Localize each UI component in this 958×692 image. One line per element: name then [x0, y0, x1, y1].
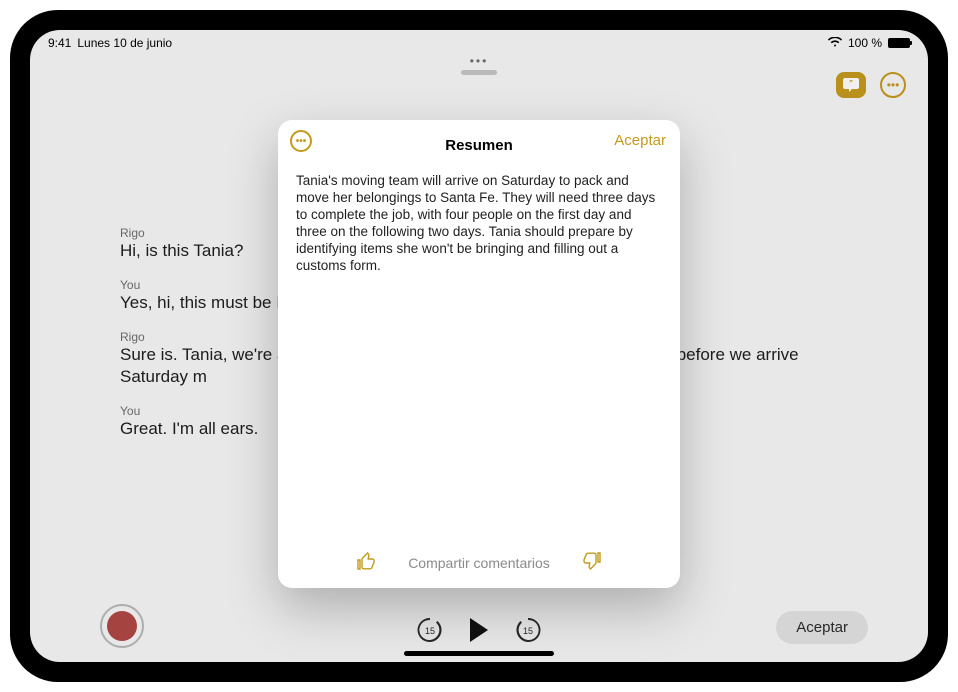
modal-accept-button[interactable]: Aceptar	[614, 132, 666, 149]
share-feedback-label: Compartir comentarios	[408, 555, 550, 571]
modal-body: Tania's moving team will arrive on Satur…	[278, 160, 680, 541]
ellipsis-icon: •••	[296, 136, 307, 147]
modal-more-button[interactable]: •••	[290, 130, 312, 152]
modal-footer: Compartir comentarios	[278, 541, 680, 588]
summary-modal: ••• Resumen Aceptar Tania's moving team …	[278, 120, 680, 588]
thumbs-down-icon	[582, 551, 602, 571]
thumbs-up-button[interactable]	[356, 551, 376, 574]
thumbs-down-button[interactable]	[582, 551, 602, 574]
modal-title: Resumen	[445, 137, 513, 154]
thumbs-up-icon	[356, 551, 376, 571]
summary-text: Tania's moving team will arrive on Satur…	[296, 173, 655, 273]
device-frame: 9:41 Lunes 10 de junio 100 % ••• ”	[10, 10, 948, 682]
modal-header: ••• Resumen Aceptar	[278, 120, 680, 160]
screen: 9:41 Lunes 10 de junio 100 % ••• ”	[30, 30, 928, 662]
modal-accept-label: Aceptar	[614, 132, 666, 149]
